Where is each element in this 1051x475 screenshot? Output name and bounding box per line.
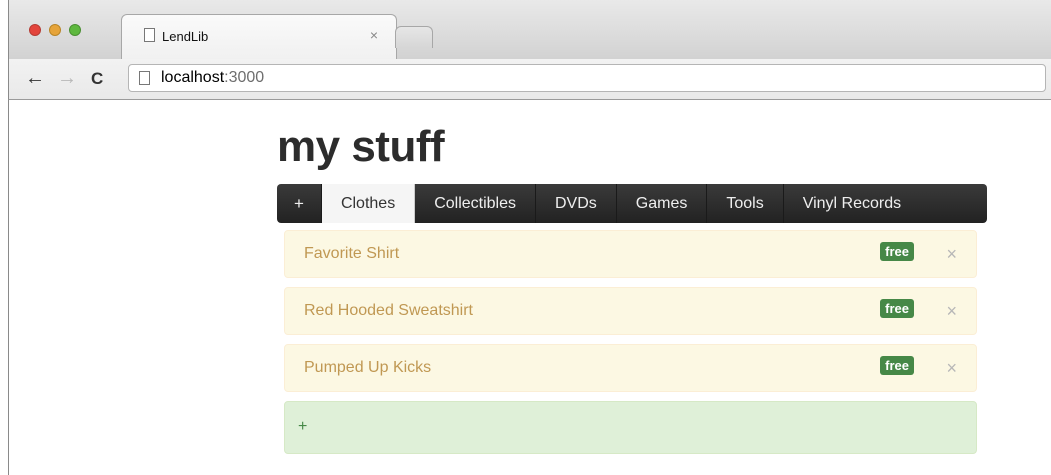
url-text: localhost:3000 [161,69,264,87]
category-tab-vinyl-records[interactable]: Vinyl Records [784,184,920,223]
minimize-window-button[interactable] [49,24,61,36]
back-arrow-icon[interactable]: ← [25,67,45,90]
add-category-button[interactable]: + [277,184,322,223]
url-port: :3000 [224,69,265,86]
url-host: localhost [161,69,225,86]
list-item[interactable]: Favorite Shirt free × [284,230,977,278]
category-tab-dvds[interactable]: DVDs [536,184,617,223]
category-nav: + Clothes Collectibles DVDs Games Tools … [277,184,987,223]
browser-tab[interactable]: LendLib × [121,14,397,61]
list-item[interactable]: Pumped Up Kicks free × [284,344,977,392]
item-list: Favorite Shirt free × Red Hooded Sweatsh… [284,230,977,454]
remove-item-icon[interactable]: × [946,244,957,265]
close-tab-icon[interactable]: × [370,27,378,43]
item-name[interactable]: Favorite Shirt [304,245,399,263]
page-title: my stuff [277,122,445,171]
new-tab-button[interactable] [395,26,433,48]
remove-item-icon[interactable]: × [946,301,957,322]
list-item[interactable]: Red Hooded Sweatshirt free × [284,287,977,335]
category-tab-clothes[interactable]: Clothes [321,184,416,223]
title-bar: LendLib × [8,0,1051,61]
status-badge[interactable]: free [880,299,914,318]
browser-window: LendLib × ← → C localhost:3000 my stuff … [0,0,1051,475]
reload-icon[interactable]: C [91,69,103,89]
category-tab-games[interactable]: Games [617,184,708,223]
address-bar[interactable]: localhost:3000 [128,64,1046,92]
item-name[interactable]: Pumped Up Kicks [304,359,431,377]
forward-arrow-icon[interactable]: → [57,67,77,90]
status-badge[interactable]: free [880,242,914,261]
remove-item-icon[interactable]: × [946,358,957,379]
document-icon [144,28,155,42]
window-controls [29,24,81,36]
add-item-icon[interactable]: + [298,418,307,436]
category-tab-tools[interactable]: Tools [707,184,784,223]
tab-title: LendLib [162,29,209,44]
category-tab-collectibles[interactable]: Collectibles [415,184,536,223]
page-content: my stuff + Clothes Collectibles DVDs Gam… [8,100,1051,475]
status-badge[interactable]: free [880,356,914,375]
close-window-button[interactable] [29,24,41,36]
item-name[interactable]: Red Hooded Sweatshirt [304,302,473,320]
zoom-window-button[interactable] [69,24,81,36]
browser-toolbar: ← → C localhost:3000 [8,59,1051,100]
page-icon [139,71,150,85]
add-item-row[interactable]: + [284,401,977,454]
